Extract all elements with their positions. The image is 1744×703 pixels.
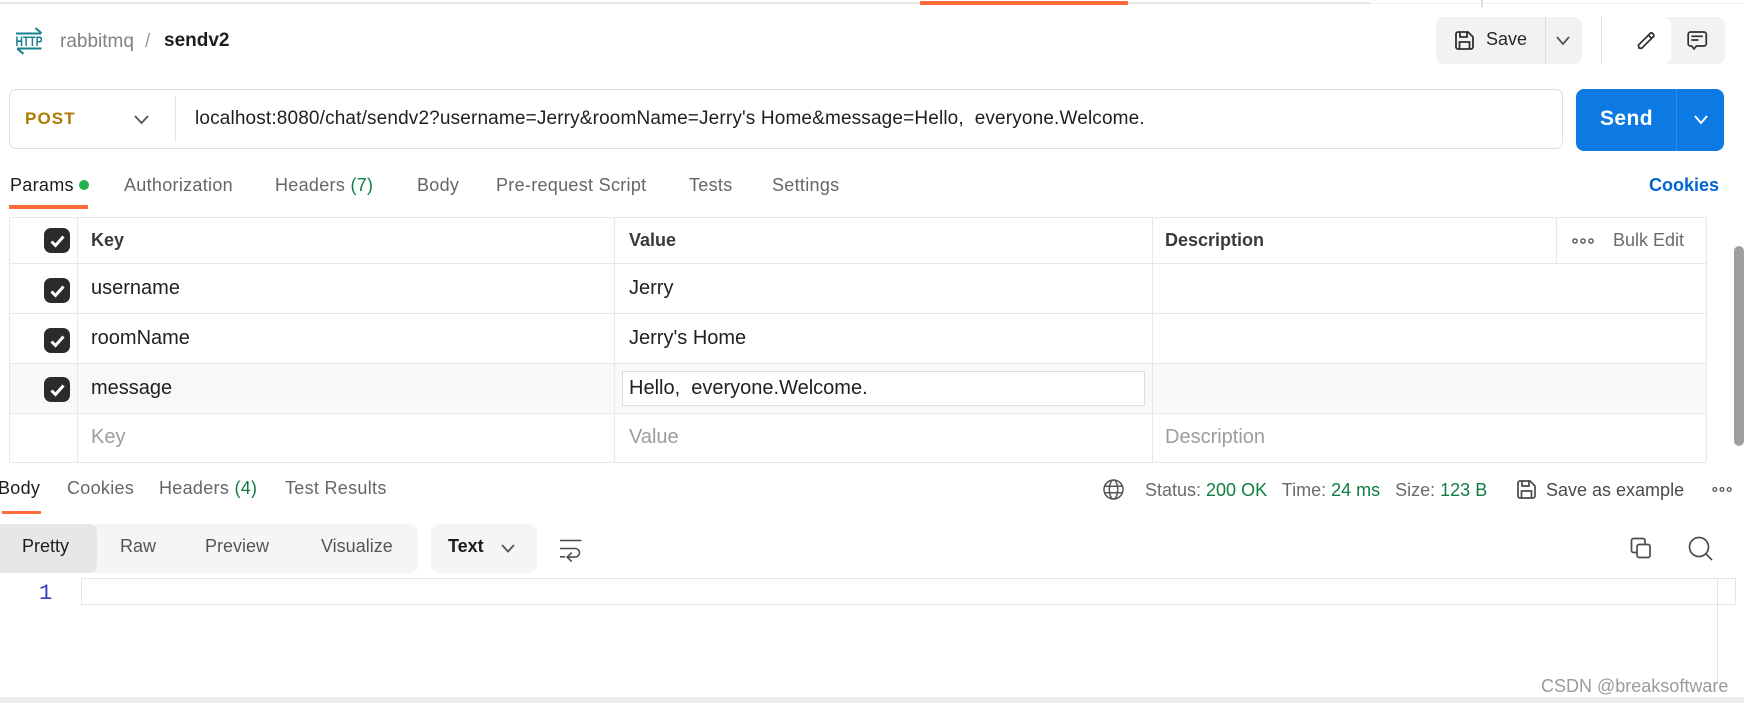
svg-text:HTTP: HTTP — [16, 33, 43, 49]
